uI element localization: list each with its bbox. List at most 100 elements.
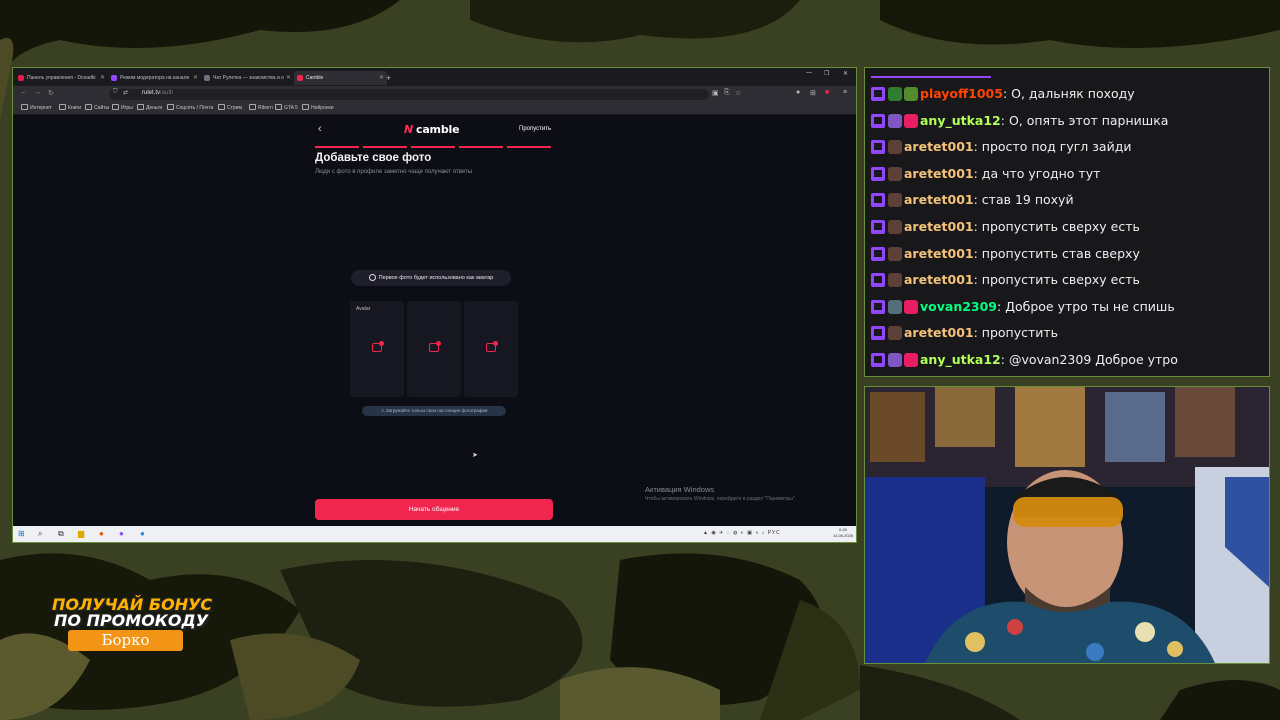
tab-label: Панель управления - Dceadki [27,75,96,81]
lock-icon: ⇄ [123,90,129,96]
chat-text: пропустить [981,325,1059,341]
webcam-image [865,387,1269,663]
chat-message: aretet001: пропустить сверху есть [871,217,1140,237]
bookmark-folder[interactable]: Книги [59,104,81,111]
language-indicator[interactable]: РУС [768,530,781,536]
search-icon[interactable]: ⌕ [38,529,42,539]
minimize-icon[interactable]: — [806,70,812,76]
chat-username[interactable]: aretet001 [904,272,974,287]
tab-chat-roulette[interactable]: Чат Рулетка — знакомства и о ✕ [201,71,294,85]
chat-message: aretet001: став 19 похуй [871,190,1074,210]
user-badge-icon [888,87,902,101]
bookmark-folder[interactable]: Деньги [137,104,162,111]
bookmark-folder[interactable]: Соцсеть / Почта [167,104,213,111]
bookmark-folder[interactable]: GTA 5 [275,104,298,111]
chat-message: playoff1005: О, дальняк походу [871,84,1135,104]
maximize-icon[interactable]: ❐ [824,70,829,77]
chat-username[interactable]: aretet001 [904,192,974,207]
step-progress [315,146,553,148]
chat-username[interactable]: any_utka12 [920,113,1001,128]
vpn-icon[interactable]: ● [796,89,800,96]
chat-message: aretet001: просто под гугл зайди [871,137,1131,157]
page-subtitle: Люди с фото в профиле заметно чаще получ… [315,169,473,175]
bookmark-folder[interactable]: Riborn [249,104,273,111]
chat-top-divider [871,70,991,78]
windows-start-icon[interactable]: ⊞ [18,529,25,539]
twitch-icon [871,166,885,181]
tab-favicon [204,75,210,81]
skip-button[interactable]: Пропустить [519,126,551,132]
photo-slot-avatar[interactable]: Avatar [350,301,404,397]
tab-label: Чат Рулетка — знакомства и о [213,75,284,81]
slot-label: Avatar [356,306,371,312]
user-badge-icon [904,87,918,101]
extensions-icon[interactable]: ⊞ [810,89,816,97]
avatar-hint: Первое фото будет использовано как авата… [351,270,511,286]
chat-username[interactable]: aretet001 [904,219,974,234]
chat-username[interactable]: aretet001 [904,166,974,181]
progress-step [459,146,503,148]
profile-icon[interactable]: ■ [825,89,829,96]
tab-favicon [18,75,24,81]
start-chatting-button[interactable]: Начать общение [315,499,553,520]
user-badge-icon [888,246,902,261]
twitch-chat-overlay: playoff1005: О, дальняк походу any_utka12… [864,67,1270,377]
chat-message: any_utka12: @vovan2309 Доброе утро [871,350,1178,370]
close-tab-icon[interactable]: ✕ [193,71,198,85]
close-tab-icon[interactable]: ✕ [379,71,384,85]
bookmark-folder[interactable]: Интернет [21,104,52,111]
windows-activation-text: Чтобы активировать Windows, перейдите в … [645,496,797,502]
chat-separator: : [1002,86,1012,101]
shield-icon: ⛉ [113,89,118,95]
browser-icon[interactable]: ● [119,529,124,539]
chat-username[interactable]: aretet001 [904,139,974,154]
close-window-icon[interactable]: ✕ [843,70,848,77]
webcam-feed [864,386,1270,664]
close-tab-icon[interactable]: ✕ [286,71,291,85]
telegram-icon[interactable]: ● [140,529,145,539]
bookmark-star-icon[interactable]: ☆ [735,89,741,97]
photo-slot[interactable] [407,301,461,397]
new-tab-button[interactable]: + [386,71,391,85]
user-badge-icon [888,326,902,341]
chat-username[interactable]: any_utka12 [920,352,1001,367]
chat-username[interactable]: playoff1005 [920,86,1003,101]
close-tab-icon[interactable]: ✕ [100,71,105,85]
chat-username[interactable]: aretet001 [904,246,974,261]
page-viewport: ‹ Ncamble Пропустить Добавьте свое фото … [13,115,856,526]
photo-slot[interactable] [464,301,518,397]
task-view-icon[interactable]: ⧉ [58,529,64,539]
windows-taskbar: ⊞ ⌕ ⧉ ▆ ● ● ● ▲ ◉ ✈ ◌ ◍ ◐ ▣ ◖ ♪ РУС 6:26… [13,526,856,542]
bookmark-folder[interactable]: Игры [112,104,133,111]
back-chevron-icon[interactable]: ‹ [318,123,322,135]
chat-text: став 19 похуй [981,192,1074,208]
chat-username[interactable]: aretet001 [904,325,974,340]
twitch-icon [871,353,885,367]
clock[interactable]: 6:26 14.06.2026 [833,527,853,539]
bookmark-folder[interactable]: Стрим [218,104,242,111]
chat-message: aretet001: да что угодно тут [871,164,1100,184]
chat-separator: : [973,165,982,181]
firefox-icon[interactable]: ● [99,529,104,539]
bookmark-folder[interactable]: Сайты [85,104,109,111]
menu-icon[interactable]: ≡ [843,89,847,96]
tab-moderator[interactable]: Режим модератора на канале ✕ [108,71,201,85]
page-title: Добавьте свое фото [315,152,432,164]
share-icon[interactable]: ⎘ [724,89,730,97]
chat-username[interactable]: vovan2309 [920,299,997,314]
url-field[interactable]: ⛉ ⇄ rulet.tv/auth [109,89,709,100]
chat-text: Доброе утро ты не спишь [1005,298,1175,314]
camble-logo: Ncamble [404,123,460,136]
system-tray-icons[interactable]: ▲ ◉ ✈ ◌ ◍ ◐ ▣ ◖ ♪ РУС [703,530,781,536]
forward-icon[interactable]: → [34,89,41,96]
reload-icon[interactable]: ↻ [48,89,54,97]
user-badge-icon [888,273,902,288]
user-badge-icon [888,140,902,155]
tab-dashboard[interactable]: Панель управления - Dceadki ✕ [15,71,108,85]
screenshot-icon[interactable]: ▣ [712,89,719,97]
file-explorer-icon[interactable]: ▆ [78,529,84,539]
tab-camble[interactable]: Camble ✕ [294,71,387,85]
bookmark-folder[interactable]: Нейронки [302,104,334,111]
back-icon[interactable]: ← [20,89,27,96]
twitch-icon [871,326,885,341]
